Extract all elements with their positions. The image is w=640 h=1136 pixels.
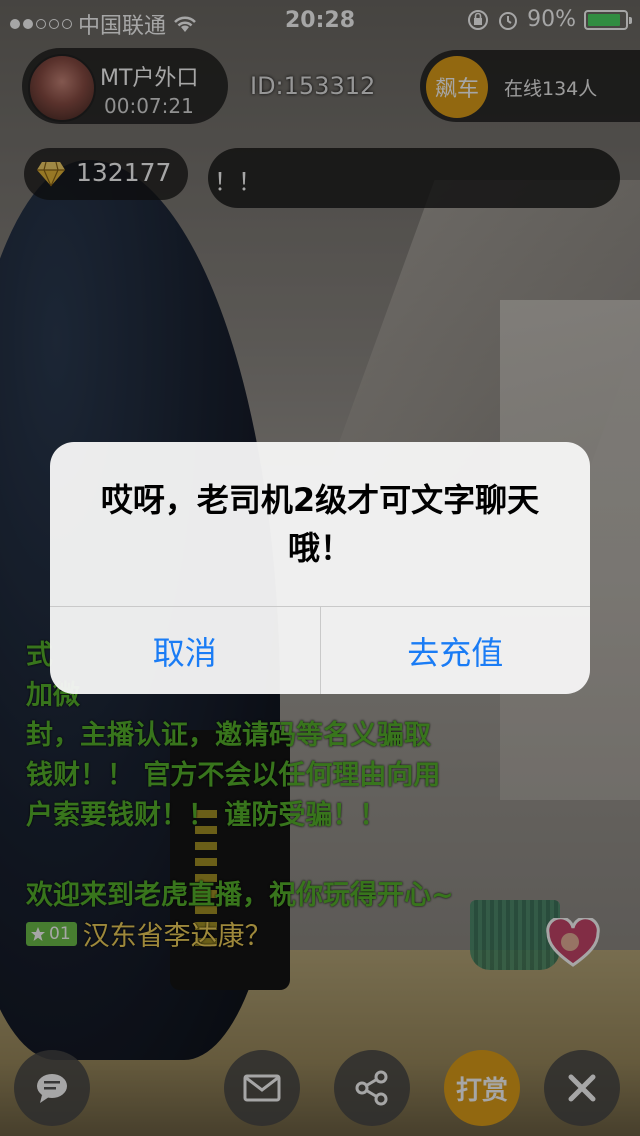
cancel-button[interactable]: 取消 (50, 607, 320, 694)
alert-dialog: 哎呀，老司机2级才可文字聊天哦！ 取消 去充值 (50, 442, 590, 694)
recharge-button[interactable]: 去充值 (319, 607, 591, 694)
alert-message: 哎呀，老司机2级才可文字聊天哦！ (100, 481, 540, 567)
alert-actions: 取消 去充值 (50, 606, 590, 694)
